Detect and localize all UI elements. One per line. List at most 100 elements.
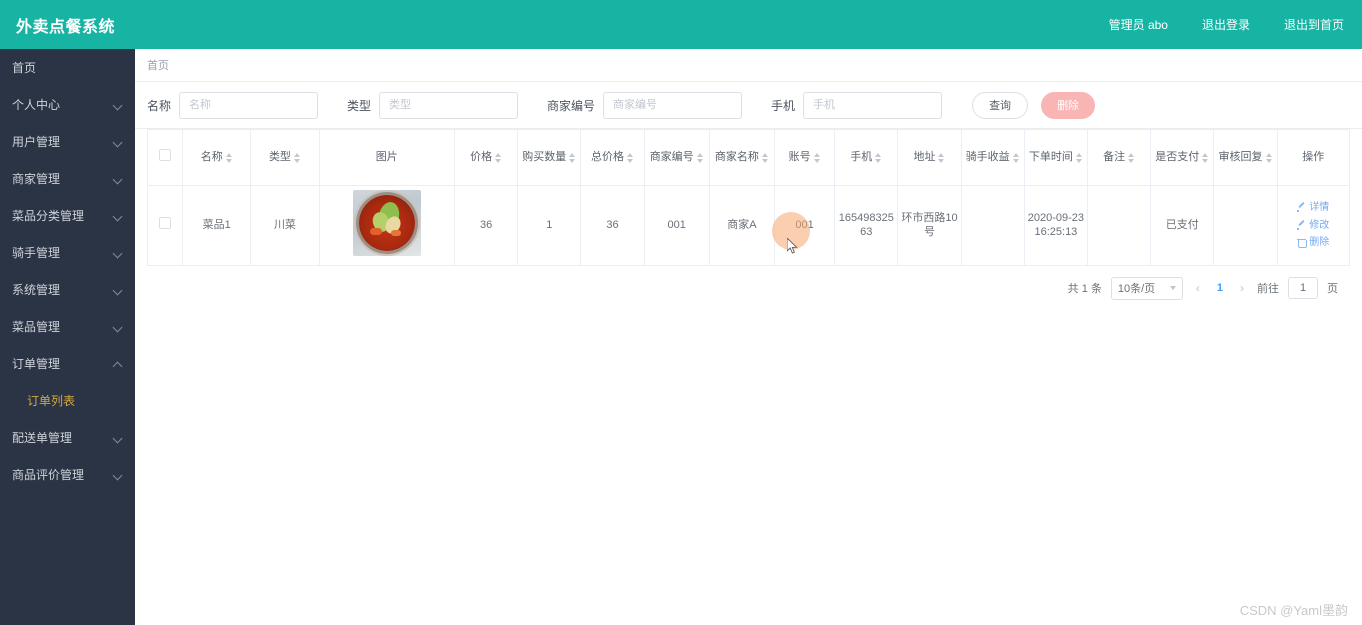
sort-icon[interactable] <box>938 152 945 164</box>
col-label: 骑手收益 <box>965 151 1010 164</box>
sort-icon[interactable] <box>696 152 704 164</box>
pencil-icon <box>1297 203 1306 213</box>
sort-icon[interactable] <box>495 152 502 164</box>
prev-page-button[interactable]: ‹ <box>1192 281 1204 295</box>
sidebar-item-rider-management[interactable]: 骑手管理 <box>0 234 135 271</box>
col-label: 图片 <box>375 151 398 164</box>
cell-image <box>318 185 455 266</box>
col-label: 购买数量 <box>522 151 567 164</box>
col-header-quantity[interactable]: 购买数量 <box>517 129 582 186</box>
pagination-total: 共 1 条 <box>1067 283 1102 296</box>
query-button[interactable]: 查询 <box>972 91 1029 119</box>
breadcrumb-item-home[interactable]: 首页 <box>147 57 169 73</box>
body-container: 首页 个人中心 用户管理 商家管理 菜品分类管理 骑手管理 系统管理 菜品管理 … <box>0 49 1362 625</box>
cell-actions: 详情 修改 删除 <box>1276 185 1351 266</box>
col-header-phone[interactable]: 手机 <box>834 129 899 186</box>
col-header-name[interactable]: 名称 <box>182 129 252 186</box>
cell-price: 36 <box>453 185 519 266</box>
chevron-down-icon <box>113 100 123 110</box>
chevron-down-icon <box>113 248 123 258</box>
sort-icon[interactable] <box>813 152 821 164</box>
top-header-bar: 外卖点餐系统 管理员 abo 退出登录 退出到首页 <box>0 0 1362 49</box>
sidebar-item-user-management[interactable]: 用户管理 <box>0 123 135 160</box>
action-edit-button[interactable]: 修改 <box>1280 217 1347 235</box>
sidebar-item-home[interactable]: 首页 <box>0 49 135 86</box>
jump-label: 前往 <box>1257 283 1279 296</box>
col-header-price[interactable]: 价格 <box>453 129 519 186</box>
row-checkbox[interactable] <box>159 217 172 229</box>
sidebar-item-order-list[interactable]: 订单列表 <box>0 382 135 419</box>
col-header-remark[interactable]: 备注 <box>1086 129 1152 186</box>
phone-filter-input[interactable] <box>803 91 943 119</box>
sort-icon[interactable] <box>875 152 882 164</box>
type-filter-input[interactable] <box>379 91 519 119</box>
col-header-rider-income[interactable]: 骑手收益 <box>960 129 1025 186</box>
select-all-checkbox[interactable] <box>159 149 172 162</box>
col-header-paid[interactable]: 是否支付 <box>1150 129 1215 186</box>
col-label: 操作 <box>1302 151 1325 164</box>
jump-unit-label: 页 <box>1327 283 1338 296</box>
cell-total-price: 36 <box>580 185 645 266</box>
name-filter-input[interactable] <box>179 91 319 119</box>
chevron-down-icon <box>113 174 123 184</box>
chevron-down-icon <box>1169 286 1176 291</box>
col-header-merchant-id[interactable]: 商家编号 <box>643 129 710 186</box>
chevron-down-icon <box>113 211 123 221</box>
col-header-review-reply[interactable]: 审核回复 <box>1213 129 1278 186</box>
col-header-address[interactable]: 地址 <box>897 129 962 186</box>
sidebar-item-label: 系统管理 <box>12 283 61 297</box>
sidebar-item-order-management[interactable]: 订单管理 <box>0 345 135 382</box>
page-number-1[interactable]: 1 <box>1213 282 1227 294</box>
sidebar-item-label: 商家管理 <box>12 172 61 186</box>
sidebar-item-merchant-management[interactable]: 商家管理 <box>0 160 135 197</box>
sort-icon[interactable] <box>1128 152 1135 164</box>
col-header-image: 图片 <box>318 129 455 186</box>
sort-icon[interactable] <box>225 152 233 164</box>
col-label: 地址 <box>913 151 936 164</box>
sort-icon[interactable] <box>1202 152 1209 164</box>
action-label: 修改 <box>1309 219 1330 231</box>
top-nav: 管理员 abo 退出登录 退出到首页 <box>1109 16 1344 33</box>
sort-icon[interactable] <box>1075 152 1083 164</box>
table-header-row: 名称 类型 图片 价格 购买数量 总价格 商家编号 商家名称 账号 手机 地址 … <box>146 129 1351 186</box>
col-header-merchant-name[interactable]: 商家名称 <box>708 129 776 186</box>
name-filter-label: 名称 <box>147 98 172 113</box>
delete-button[interactable]: 删除 <box>1041 91 1096 119</box>
merchant-id-filter-input[interactable] <box>603 91 743 119</box>
trash-icon <box>1297 238 1308 249</box>
food-thumbnail-icon[interactable] <box>352 190 421 256</box>
sidebar-item-label: 首页 <box>12 61 37 75</box>
col-label: 备注 <box>1103 151 1126 164</box>
action-delete-button[interactable]: 删除 <box>1280 234 1347 252</box>
col-header-total-price[interactable]: 总价格 <box>580 129 645 186</box>
sort-icon[interactable] <box>1012 152 1020 164</box>
action-detail-button[interactable]: 详情 <box>1280 199 1347 217</box>
logout-link[interactable]: 退出登录 <box>1202 16 1250 33</box>
sort-icon[interactable] <box>293 152 301 164</box>
cell-type: 川菜 <box>250 185 320 266</box>
col-header-type[interactable]: 类型 <box>250 129 320 186</box>
col-header-order-time[interactable]: 下单时间 <box>1023 129 1089 186</box>
sidebar-nav: 首页 个人中心 用户管理 商家管理 菜品分类管理 骑手管理 系统管理 菜品管理 … <box>0 49 135 625</box>
page-size-value: 10条/页 <box>1117 283 1156 296</box>
sort-icon[interactable] <box>626 152 634 164</box>
table-container: 名称 类型 图片 价格 购买数量 总价格 商家编号 商家名称 账号 手机 地址 … <box>135 129 1362 300</box>
jump-page-input[interactable] <box>1288 277 1318 300</box>
exit-to-home-link[interactable]: 退出到首页 <box>1284 16 1344 33</box>
sidebar-item-personal-center[interactable]: 个人中心 <box>0 86 135 123</box>
sidebar-item-dish-management[interactable]: 菜品管理 <box>0 308 135 345</box>
sort-icon[interactable] <box>761 152 769 164</box>
next-page-button[interactable]: › <box>1236 281 1248 295</box>
sidebar-item-product-review-management[interactable]: 商品评价管理 <box>0 456 135 493</box>
merchant-id-filter-label: 商家编号 <box>547 98 596 113</box>
sidebar-item-system-management[interactable]: 系统管理 <box>0 271 135 308</box>
sort-icon[interactable] <box>1265 152 1273 164</box>
sort-icon[interactable] <box>569 152 576 164</box>
sidebar-item-delivery-order-management[interactable]: 配送单管理 <box>0 419 135 456</box>
cell-address: 环市西路10号 <box>897 185 962 266</box>
col-header-account[interactable]: 账号 <box>773 129 836 186</box>
col-label: 类型 <box>268 151 291 164</box>
chili-shape <box>390 230 401 236</box>
sidebar-item-dish-category-management[interactable]: 菜品分类管理 <box>0 197 135 234</box>
page-size-select[interactable]: 10条/页 <box>1110 276 1183 300</box>
